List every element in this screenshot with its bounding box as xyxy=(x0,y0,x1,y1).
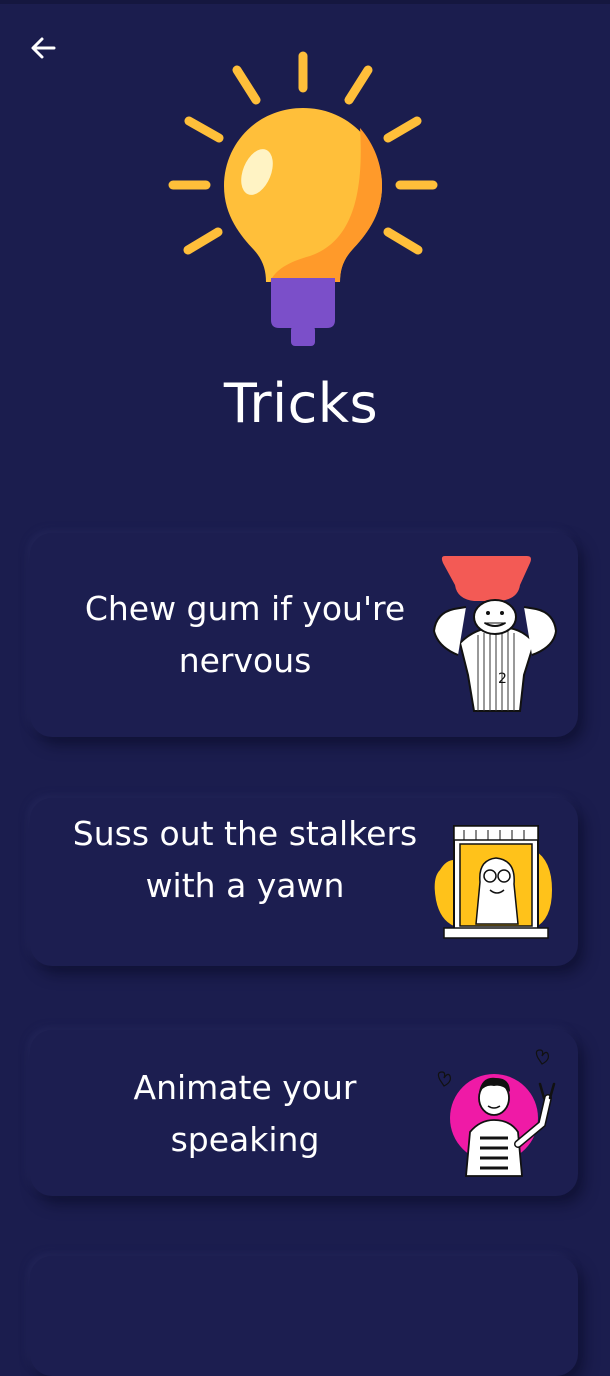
trick-card-animate-speaking[interactable]: Animate your speaking xyxy=(30,1030,578,1196)
arrow-left-icon xyxy=(31,37,56,59)
nervous-player-illustration: 2 xyxy=(432,556,558,712)
trick-label: Animate your speaking xyxy=(133,1068,357,1159)
trick-label: Chew gum if you're nervous xyxy=(84,589,406,680)
back-button[interactable] xyxy=(20,28,66,68)
lightbulb-icon xyxy=(168,51,438,346)
svg-text:2: 2 xyxy=(498,671,507,687)
trick-card-next[interactable] xyxy=(30,1256,578,1376)
trick-label: Suss out the stalkers with a yawn xyxy=(72,814,418,905)
page-title: Tricks xyxy=(223,372,379,435)
window-girl-illustration xyxy=(434,825,552,939)
trick-card-suss-stalkers[interactable]: Suss out the stalkers with a yawn xyxy=(30,798,578,966)
peace-sign-man-illustration xyxy=(437,1049,556,1177)
trick-card-chew-gum[interactable]: Chew gum if you're nervous 2 xyxy=(30,533,578,737)
status-strip xyxy=(0,0,610,4)
